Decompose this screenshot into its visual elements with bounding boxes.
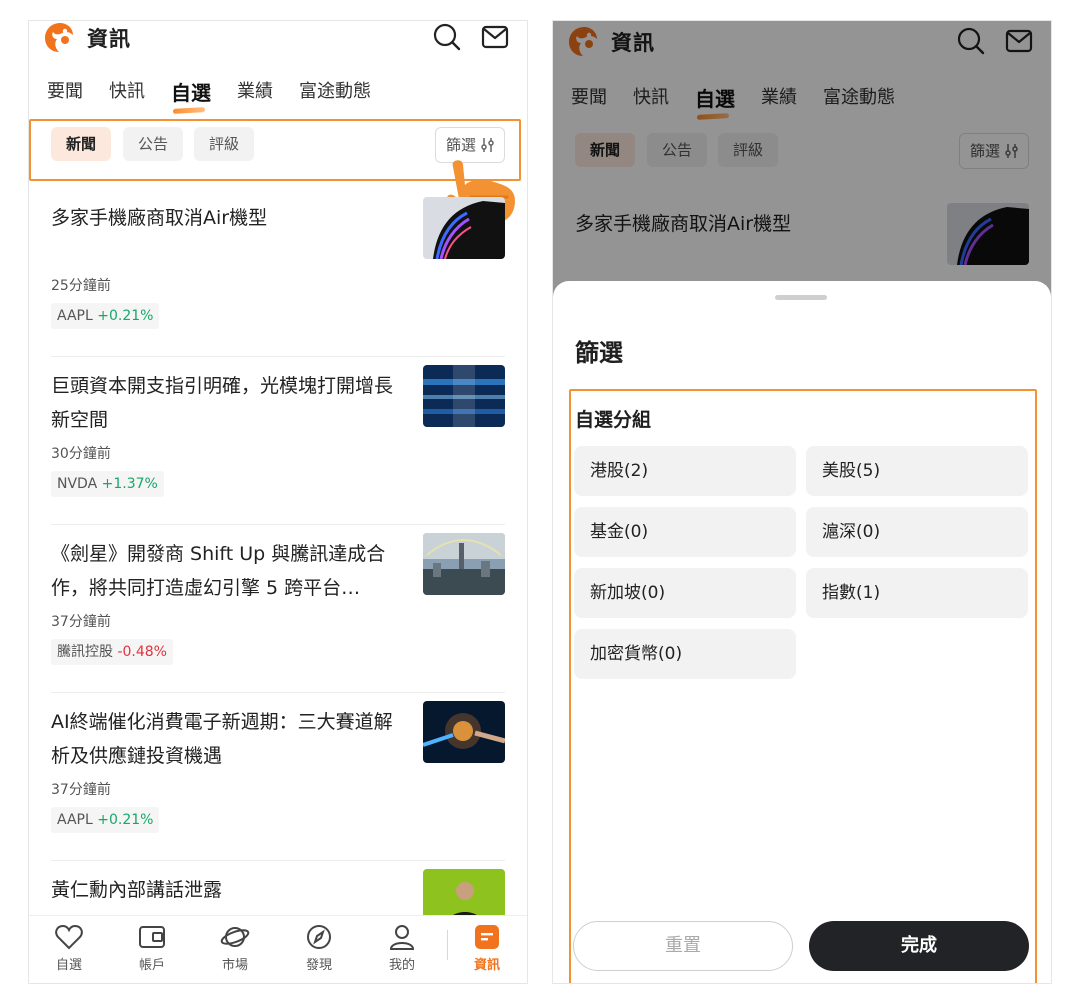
app-title: 資訊: [87, 27, 131, 51]
nav-label: 市場: [221, 958, 248, 973]
nav-label: 帳戶: [138, 958, 165, 973]
filter-sliders-icon: [481, 138, 494, 152]
nav-divider: [447, 930, 448, 960]
nav-watchlist[interactable]: 自選: [39, 924, 99, 973]
news-item[interactable]: AI終端催化消費電子新週期：三大賽道解析及供應鏈投資機遇 37分鐘前 AAPL …: [51, 693, 505, 861]
news-thumbnail: [423, 197, 505, 259]
done-button[interactable]: 完成: [809, 921, 1029, 971]
stock-change: +0.21%: [97, 812, 154, 828]
filter-sheet: 篩選 自選分組 港股(2) 美股(5) 基金(0) 滬深(0) 新加坡(0) 指…: [553, 281, 1051, 983]
nav-label: 我的: [388, 958, 415, 973]
sheet-title: 篩選: [575, 339, 623, 367]
search-icon[interactable]: [433, 23, 461, 51]
group-chip[interactable]: 美股(5): [806, 446, 1028, 496]
group-chip[interactable]: 加密貨幣(0): [574, 629, 796, 679]
news-time: 37分鐘前: [51, 614, 111, 630]
chip-news[interactable]: 新聞: [51, 127, 112, 161]
group-section-title: 自選分組: [575, 409, 652, 431]
nav-me[interactable]: 我的: [372, 924, 432, 973]
group-chip[interactable]: 基金(0): [574, 507, 796, 557]
planet-icon: [220, 927, 250, 947]
person-icon: [389, 925, 415, 950]
sheet-drag-handle[interactable]: [775, 295, 827, 300]
filter-screen: 資訊 要聞 快訊 自選 業績 富途動態 新聞 公告 評級 篩選 多家手機廠商取消…: [552, 20, 1052, 984]
news-item[interactable]: 多家手機廠商取消Air機型 25分鐘前 AAPL +0.21%: [51, 189, 505, 357]
stock-tag[interactable]: AAPL +0.21%: [51, 303, 160, 329]
nav-discover[interactable]: 發現: [289, 924, 349, 973]
news-time: 37分鐘前: [51, 782, 111, 798]
news-title: 黃仁勳內部講話泄露: [51, 879, 223, 901]
group-chip[interactable]: 港股(2): [574, 446, 796, 496]
group-chip[interactable]: 指數(1): [806, 568, 1028, 618]
news-title: 《劍星》開發商 Shift Up 與騰訊達成合作，將共同打造虛幻引擎 5 跨平台…: [51, 543, 386, 599]
group-chip[interactable]: 滬深(0): [806, 507, 1028, 557]
nav-label: 資訊: [473, 958, 500, 973]
stock-change: +0.21%: [97, 308, 154, 324]
stock-tag[interactable]: NVDA +1.37%: [51, 471, 164, 497]
news-title: 多家手機廠商取消Air機型: [51, 207, 268, 229]
group-chip[interactable]: 新加坡(0): [574, 568, 796, 618]
stock-tag[interactable]: AAPL +0.21%: [51, 807, 160, 833]
tab-futu-updates[interactable]: 富途動態: [299, 77, 371, 109]
news-thumbnail: [423, 701, 505, 763]
news-time: 30分鐘前: [51, 446, 111, 462]
nav-news[interactable]: 資訊: [457, 924, 517, 973]
news-thumbnail: [423, 365, 505, 427]
stock-change: +1.37%: [101, 476, 158, 492]
compass-icon: [307, 925, 331, 949]
stock-code: 騰訊控股: [57, 644, 113, 660]
top-bar: 資訊: [29, 21, 527, 61]
reset-button[interactable]: 重置: [573, 921, 793, 971]
news-time: 25分鐘前: [51, 278, 111, 294]
nav-label: 發現: [305, 958, 332, 973]
nav-label: 自選: [55, 958, 82, 973]
tab-earnings[interactable]: 業績: [237, 77, 273, 109]
tab-flash[interactable]: 快訊: [109, 77, 145, 109]
futu-logo-icon: [45, 23, 73, 52]
chip-announcements[interactable]: 公告: [123, 127, 184, 161]
news-title: AI終端催化消費電子新週期：三大賽道解析及供應鏈投資機遇: [51, 711, 393, 767]
news-thumbnail: [423, 533, 505, 595]
mail-icon[interactable]: [481, 25, 509, 49]
nav-market[interactable]: 市場: [205, 924, 265, 973]
tab-headlines[interactable]: 要聞: [47, 77, 83, 109]
news-icon: [475, 925, 499, 949]
heart-icon: [55, 924, 83, 950]
stock-change: -0.48%: [117, 644, 167, 660]
stock-code: AAPL: [57, 308, 93, 324]
news-screen: 資訊 要聞 快訊 自選 業績 富途動態 新聞 公告 評級 篩選 多家手機廠商取消…: [28, 20, 528, 984]
chip-ratings[interactable]: 評級: [194, 127, 255, 161]
news-item[interactable]: 巨頭資本開支指引明確，光模塊打開增長新空間 30分鐘前 NVDA +1.37%: [51, 357, 505, 525]
tab-watchlist[interactable]: 自選: [171, 77, 211, 109]
stock-code: AAPL: [57, 812, 93, 828]
news-title: 巨頭資本開支指引明確，光模塊打開增長新空間: [51, 375, 394, 431]
stock-tag[interactable]: 騰訊控股 -0.48%: [51, 639, 173, 665]
nav-account[interactable]: 帳戶: [122, 924, 182, 973]
news-tabs: 要聞 快訊 自選 業績 富途動態: [47, 77, 371, 109]
bottom-nav: 自選 帳戶 市場 發現 我的 資訊: [29, 915, 527, 983]
news-item[interactable]: 《劍星》開發商 Shift Up 與騰訊達成合作，將共同打造虛幻引擎 5 跨平台…: [51, 525, 505, 693]
wallet-icon: [139, 926, 165, 948]
stock-code: NVDA: [57, 476, 98, 492]
